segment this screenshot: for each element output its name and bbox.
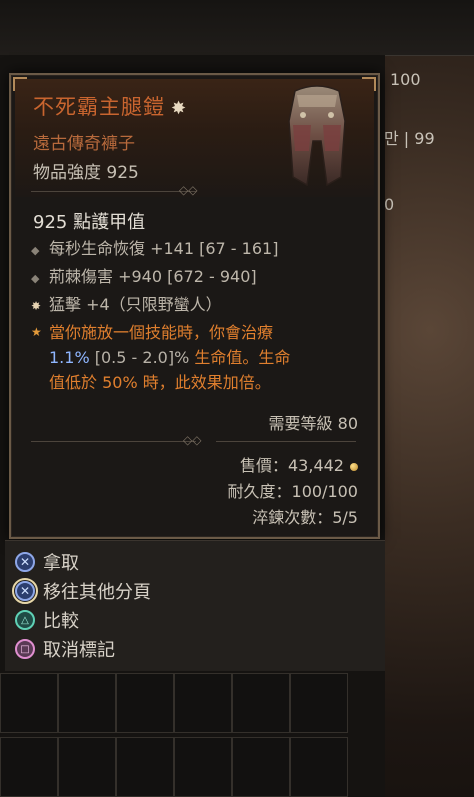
item-power: 物品強度 925	[33, 163, 139, 183]
aspect-line-2-rest: 生命值。生命	[189, 348, 291, 367]
diamond-bullet-icon: ◆	[31, 244, 40, 257]
take-label: 拿取	[43, 553, 79, 574]
aspect-line-1: 當你施放一個技能時，你會治療	[49, 323, 274, 342]
unmark-action[interactable]: □ 取消標記	[15, 636, 115, 662]
triangle-button-icon: △	[15, 610, 35, 630]
divider	[216, 441, 356, 442]
required-level: 需要等級 80	[268, 414, 358, 433]
cross-button-icon: ✕	[15, 552, 35, 572]
right-stat-1: 100	[390, 70, 421, 89]
item-tooltip: 不死霸主腿鎧 ✸ 遠古傳奇褲子 物品強度 925 ◇◇ 925 點護甲值 ◆ 每秒生…	[9, 73, 380, 539]
gold-coin-icon	[350, 462, 358, 471]
unmark-label: 取消標記	[43, 640, 115, 661]
legendary-star-icon: ★	[31, 325, 42, 339]
cross-button-hold-icon: ✕	[12, 578, 38, 604]
inventory-slot[interactable]	[116, 737, 174, 797]
aspect-line-2: 1.1% [0.5 - 2.0]% 生命值。生命	[31, 345, 361, 370]
temper-count: 淬鍊次數：5/5	[252, 508, 358, 527]
divider-ornament: ◇◇	[179, 183, 198, 197]
action-prompts: ✕ 拿取 ✕ 移往其他分頁 △ 比較 □ 取消標記	[5, 540, 385, 671]
inventory-slot[interactable]	[0, 737, 58, 797]
item-title: 不死霸主腿鎧 ✸	[33, 91, 187, 121]
inventory-grid	[0, 673, 385, 797]
diamond-bullet-icon: ◆	[31, 272, 40, 285]
aspect-line-3: 值低於 50% 時，此效果加倍。	[49, 373, 271, 392]
aspect-value: 1.1%	[49, 348, 90, 367]
right-stat-2: 만 | 99	[384, 129, 435, 148]
inventory-slot[interactable]	[232, 737, 290, 797]
inventory-slot[interactable]	[174, 737, 232, 797]
affix-text: 猛擊 +4（只限野蠻人）	[49, 295, 222, 314]
divider	[31, 441, 196, 442]
cross-button-icon: ✕	[15, 581, 35, 601]
inventory-slot[interactable]	[174, 673, 232, 733]
compare-label: 比較	[43, 611, 79, 632]
corner-ornament	[13, 77, 27, 91]
inventory-slot[interactable]	[290, 737, 348, 797]
compare-action[interactable]: △ 比較	[15, 607, 79, 633]
top-bar	[0, 0, 474, 56]
move-tab-action[interactable]: ✕ 移往其他分頁	[12, 578, 151, 604]
divider-ornament: ◇◇	[183, 433, 202, 447]
inventory-slot[interactable]	[232, 673, 290, 733]
affix-row: ✸ 猛擊 +4（只限野蠻人）	[31, 291, 222, 315]
inventory-slot[interactable]	[58, 673, 116, 733]
divider	[31, 191, 196, 192]
affix-row: ◆ 每秒生命恢復 +141 [67 - 161]	[31, 235, 278, 259]
affix-text: 荊棘傷害 +940 [672 - 940]	[49, 267, 257, 286]
sell-price: 售價：43,442	[240, 452, 358, 476]
right-stat-3: 0	[384, 195, 395, 214]
ancestral-star-icon: ✸	[31, 299, 42, 313]
inventory-slot[interactable]	[116, 673, 174, 733]
square-button-icon: □	[15, 639, 35, 659]
item-type: 遠古傳奇褲子	[33, 134, 135, 154]
leg-armor-icon	[288, 85, 346, 187]
inventory-slot[interactable]	[58, 737, 116, 797]
item-name: 不死霸主腿鎧	[33, 95, 165, 119]
armor-value: 925 點護甲值	[33, 212, 146, 233]
corner-ornament	[362, 77, 376, 91]
affix-row: ◆ 荊棘傷害 +940 [672 - 940]	[31, 263, 257, 287]
ancestral-star-icon: ✸	[171, 98, 188, 119]
move-tab-label: 移往其他分頁	[43, 582, 151, 603]
legendary-aspect: ★ 當你施放一個技能時，你會治療 1.1% [0.5 - 2.0]% 生命值。生…	[31, 320, 361, 395]
affix-text: 每秒生命恢復 +141 [67 - 161]	[49, 239, 279, 258]
inventory-slot[interactable]	[290, 673, 348, 733]
aspect-range: [0.5 - 2.0]%	[94, 348, 190, 367]
inventory-slot[interactable]	[0, 673, 58, 733]
sell-price-text: 售價：43,442	[240, 456, 344, 475]
take-action[interactable]: ✕ 拿取	[15, 549, 79, 575]
durability: 耐久度：100/100	[227, 482, 358, 501]
